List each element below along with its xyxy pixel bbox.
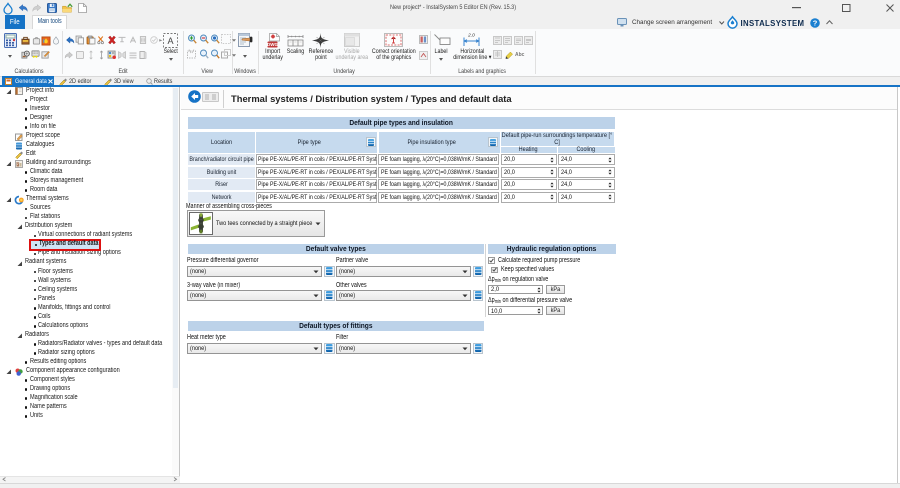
svg-text:A: A	[167, 36, 173, 46]
svg-text:2.0: 2.0	[467, 33, 475, 39]
svg-text:?: ?	[813, 19, 818, 28]
svg-text:DWG: DWG	[267, 42, 278, 47]
